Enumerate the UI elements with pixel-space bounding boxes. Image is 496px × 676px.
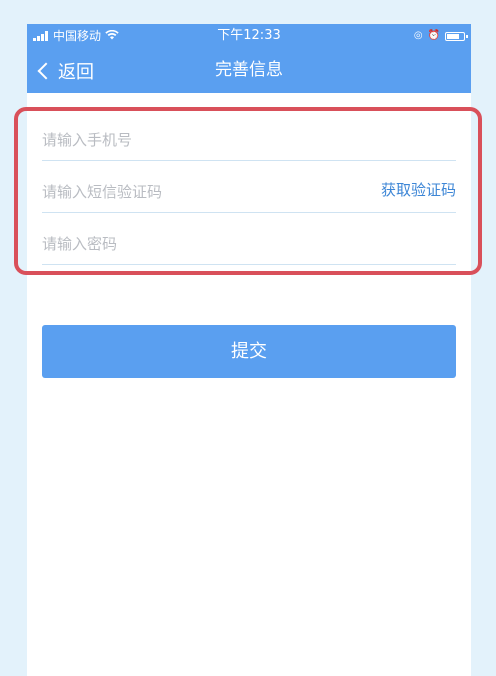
status-right: ◎ ⏰ xyxy=(413,24,468,48)
nav-bar: 返回 完善信息 xyxy=(27,48,471,93)
page-title: 完善信息 xyxy=(215,60,283,80)
app-header: 中国移动 下午12:33 ◎ ⏰ 返回 完善信息 xyxy=(27,24,471,93)
password-field-row xyxy=(42,213,456,265)
sms-code-field-row: 获取验证码 xyxy=(42,161,456,213)
phone-input[interactable] xyxy=(42,130,456,149)
sms-code-input[interactable] xyxy=(42,182,342,201)
status-bar: 中国移动 下午12:33 ◎ ⏰ xyxy=(27,24,471,48)
submit-button[interactable]: 提交 xyxy=(42,325,456,378)
phone-field-row xyxy=(42,109,456,161)
status-time: 下午12:33 xyxy=(217,28,281,43)
get-code-button[interactable]: 获取验证码 xyxy=(381,179,456,200)
rotation-lock-icon: ◎ xyxy=(413,30,423,41)
password-input[interactable] xyxy=(42,234,456,253)
battery-icon xyxy=(445,31,468,41)
info-form: 获取验证码 xyxy=(42,109,456,265)
alarm-icon: ⏰ xyxy=(427,30,440,41)
